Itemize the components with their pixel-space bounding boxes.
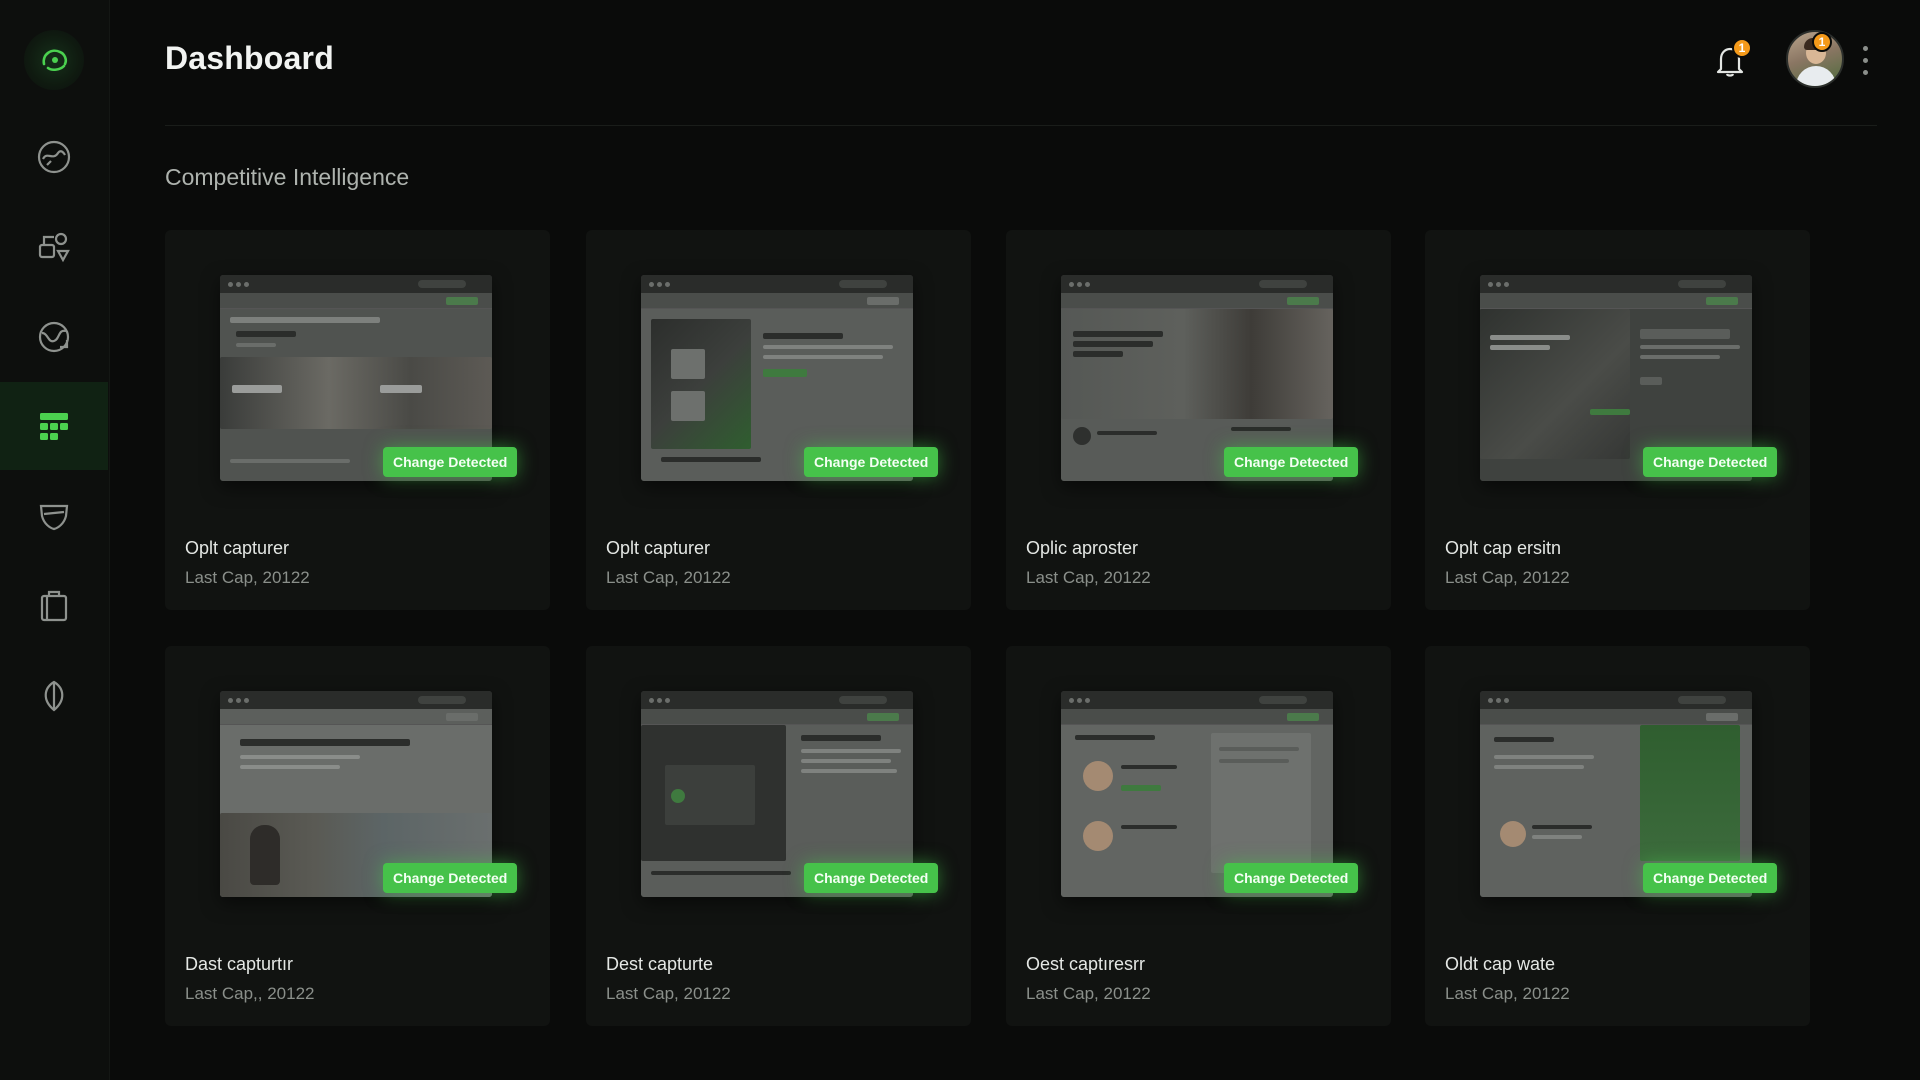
change-detected-badge: Change Detected <box>804 447 939 477</box>
card-title: Oplt cap ersitn <box>1445 538 1562 558</box>
card-last-capture: Last Cap, 20122 <box>185 568 310 587</box>
shield-icon <box>39 504 69 531</box>
card-title: Oldt cap wate <box>1445 954 1556 974</box>
card-title: Oplt capturer <box>606 538 711 558</box>
change-detected-badge: Change Detected <box>1643 863 1778 893</box>
card-title: Dest capturte <box>606 954 714 974</box>
section-title: Competitive Intelligence <box>165 164 410 190</box>
notification-badge: 1 <box>1732 38 1752 58</box>
capture-card[interactable]: Change Detected Oplt capturer Last Cap, … <box>165 230 550 610</box>
card-last-capture: Last Cap, 20122 <box>1445 568 1570 587</box>
change-detected-badge: Change Detected <box>383 863 518 893</box>
change-detected-badge: Change Detected <box>804 863 939 893</box>
card-title: Oplic aproster <box>1026 538 1139 558</box>
clipboard-icon <box>40 590 68 622</box>
more-menu-button[interactable] <box>1853 40 1877 80</box>
sidebar-item-dashboard[interactable] <box>0 382 108 470</box>
dot-icon <box>1862 57 1868 63</box>
app-logo[interactable] <box>24 30 84 90</box>
change-detected-badge: Change Detected <box>383 447 518 477</box>
change-detected-badge: Change Detected <box>1224 447 1359 477</box>
card-last-capture: Last Cap, 20122 <box>1026 984 1151 1003</box>
sidebar-item-insights[interactable] <box>0 652 108 740</box>
avatar-badge: 1 <box>1812 32 1832 52</box>
change-detected-badge: Change Detected <box>1224 863 1359 893</box>
header-divider <box>165 125 1877 126</box>
card-title: Oplt capturer <box>185 538 290 558</box>
logo-icon <box>42 49 68 72</box>
sidebar <box>0 0 110 1080</box>
shapes-icon <box>38 232 70 263</box>
globe-sync-icon <box>38 321 70 353</box>
dot-icon <box>1862 45 1868 51</box>
card-last-capture: Last Cap, 20122 <box>1026 568 1151 587</box>
capture-card[interactable]: Change Detected Oest captıresrr Last Cap… <box>1006 646 1391 1026</box>
capture-card[interactable]: Change Detected Oplt cap ersitn Last Cap… <box>1425 230 1810 610</box>
card-last-capture: Last Cap,, 20122 <box>185 984 315 1003</box>
sidebar-item-reports[interactable] <box>0 562 108 650</box>
card-title: Oest captıresrr <box>1026 954 1146 974</box>
card-last-capture: Last Cap, 20122 <box>606 984 731 1003</box>
refresh-globe-icon <box>37 140 71 174</box>
capture-grid: Change Detected Oplt capturer Last Cap, … <box>165 230 1810 1030</box>
leaf-icon <box>44 680 64 712</box>
page-title: Dashboard <box>165 40 334 76</box>
capture-card[interactable]: Change Detected Oldt cap wate Last Cap, … <box>1425 646 1810 1026</box>
card-last-capture: Last Cap, 20122 <box>606 568 731 587</box>
sidebar-item-global[interactable] <box>0 293 108 381</box>
dot-icon <box>1862 69 1868 75</box>
sidebar-item-security[interactable] <box>0 472 108 560</box>
notifications-button[interactable]: 1 <box>1710 38 1752 80</box>
dashboard-grid-icon <box>40 413 68 440</box>
capture-card[interactable]: Change Detected Oplt capturer Last Cap, … <box>586 230 971 610</box>
capture-card[interactable]: Change Detected Dast capturtır Last Cap,… <box>165 646 550 1026</box>
sidebar-item-monitor[interactable] <box>0 113 108 201</box>
sidebar-item-shapes[interactable] <box>0 203 108 291</box>
card-last-capture: Last Cap, 20122 <box>1445 984 1570 1003</box>
change-detected-badge: Change Detected <box>1643 447 1778 477</box>
capture-card[interactable]: Change Detected Oplic aproster Last Cap,… <box>1006 230 1391 610</box>
capture-card[interactable]: Change Detected Dest capturte Last Cap, … <box>586 646 971 1026</box>
avatar-body <box>1796 66 1836 86</box>
card-title: Dast capturtır <box>185 954 294 974</box>
